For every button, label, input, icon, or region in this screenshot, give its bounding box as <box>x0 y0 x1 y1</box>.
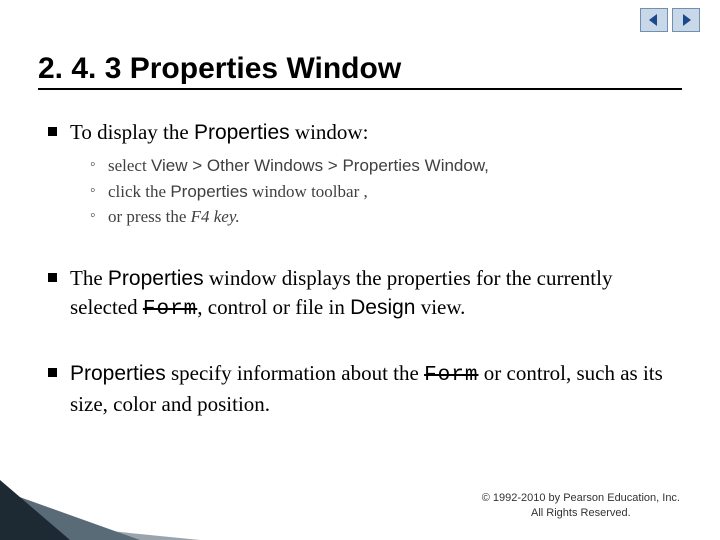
text: To display the <box>70 120 194 144</box>
text: window: <box>290 120 369 144</box>
list-item: The Properties window displays the prope… <box>46 264 682 325</box>
copyright-footer: © 1992-2010 by Pearson Education, Inc. A… <box>482 491 680 520</box>
text: window toolbar , <box>248 182 368 201</box>
text: or press the <box>108 207 191 226</box>
list-item: Properties specify information about the… <box>46 359 682 419</box>
next-button[interactable] <box>672 8 700 32</box>
text-sans: Properties <box>170 182 247 201</box>
arrow-left-icon <box>647 13 661 27</box>
text: The <box>70 266 108 290</box>
text: view. <box>415 295 465 319</box>
footer-line: All Rights Reserved. <box>482 506 680 520</box>
text-sans: Properties <box>70 362 166 385</box>
prev-button[interactable] <box>640 8 668 32</box>
text-mono: Form <box>143 298 197 321</box>
list-item: To display the Properties window: select… <box>46 118 682 230</box>
slide-title: 2. 4. 3 Properties Window <box>38 52 682 90</box>
text-italic: F4 key. <box>191 207 240 226</box>
sub-item: select View > Other Windows > Properties… <box>90 153 682 179</box>
arrow-right-icon <box>679 13 693 27</box>
sub-list: select View > Other Windows > Properties… <box>70 153 682 230</box>
text-sans: Properties <box>108 267 204 290</box>
text: , control or file in <box>197 295 350 319</box>
text: window <box>204 266 277 290</box>
bullet-list: To display the Properties window: select… <box>38 118 682 418</box>
sub-item: click the Properties window toolbar , <box>90 179 682 205</box>
text-sans: Design <box>350 296 415 319</box>
text-sans: Properties <box>194 121 290 144</box>
sub-item: or press the F4 key. <box>90 204 682 230</box>
slide-content: 2. 4. 3 Properties Window To display the… <box>0 0 720 418</box>
nav-buttons <box>640 8 700 32</box>
text: select <box>108 156 151 175</box>
text-sans: View > Other Windows > Properties Window… <box>151 156 489 175</box>
text: specify information about the <box>166 361 424 385</box>
footer-line: © 1992-2010 by Pearson Education, Inc. <box>482 491 680 505</box>
text: click the <box>108 182 170 201</box>
text-mono: Form <box>424 364 478 387</box>
decorative-wedge <box>0 480 200 540</box>
